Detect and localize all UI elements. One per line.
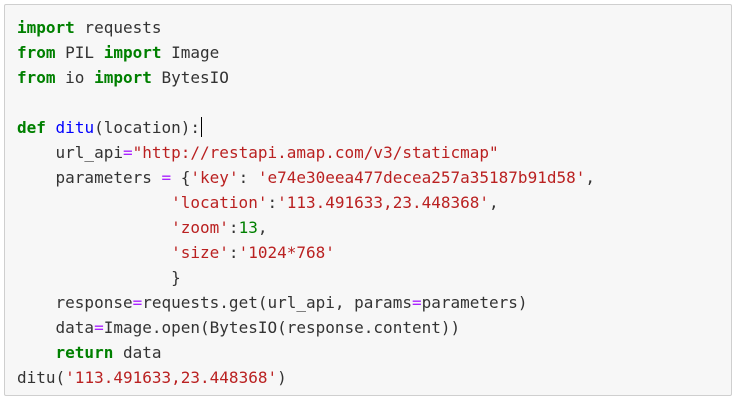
string-token: "http://restapi.amap.com/v3/staticmap": [132, 143, 499, 162]
code-editor[interactable]: import requests from PIL import Image from…: [17, 15, 719, 390]
code-token: data: [17, 318, 95, 337]
code-token: ,: [489, 193, 499, 212]
code-cell[interactable]: import requests from PIL import Image from…: [4, 4, 732, 396]
code-token: :: [228, 218, 239, 237]
string-token: 'zoom': [171, 218, 229, 237]
code-token: url_api: [17, 143, 123, 162]
code-token: requests.get(url_api, params: [142, 293, 412, 312]
code-token: {: [171, 168, 191, 187]
code-line: return data: [17, 340, 719, 365]
keyword-token: import: [94, 68, 152, 87]
operator-token: =: [94, 318, 104, 337]
code-line: 'zoom':13,: [17, 215, 719, 240]
code-token: :: [238, 168, 258, 187]
code-token: requests: [74, 18, 162, 37]
code-token: :: [267, 193, 278, 212]
code-line: def ditu(location):: [17, 115, 719, 140]
code-line: from io import BytesIO: [17, 65, 719, 90]
code-token: ditu(: [17, 368, 66, 387]
code-token: ): [277, 368, 287, 387]
code-token: :: [228, 243, 239, 262]
keyword-token: from: [17, 68, 56, 87]
code-line: url_api="http://restapi.amap.com/v3/stat…: [17, 140, 719, 165]
keyword-token: def: [17, 118, 46, 137]
operator-token: =: [411, 293, 422, 312]
code-token: data: [113, 343, 162, 362]
code-token: io: [55, 68, 95, 87]
operator-token: =: [122, 143, 133, 162]
code-line: response=requests.get(url_api, params=pa…: [17, 290, 719, 315]
operator-token: =: [161, 168, 172, 187]
code-token: parameters): [421, 293, 528, 312]
code-line: data=Image.open(BytesIO(response.content…: [17, 315, 719, 340]
code-token: response: [17, 293, 133, 312]
string-token: 'size': [171, 243, 229, 262]
code-token: PIL: [55, 43, 104, 62]
number-token: 13: [238, 218, 258, 237]
keyword-token: import: [103, 43, 162, 62]
text-cursor: [201, 117, 203, 137]
keyword-token: return: [55, 343, 114, 362]
string-token: 'location': [171, 193, 268, 212]
code-token: parameters: [17, 168, 162, 187]
operator-token: =: [132, 293, 143, 312]
code-line: parameters = {'key': 'e74e30eea477decea2…: [17, 165, 719, 190]
keyword-token: from: [17, 43, 56, 62]
string-token: 'key': [190, 168, 239, 187]
string-token: '113.491633,23.448368': [65, 368, 278, 387]
code-line: ditu('113.491633,23.448368'): [17, 365, 719, 390]
code-line: from PIL import Image: [17, 40, 719, 65]
code-token: }: [17, 268, 181, 287]
code-token: Image: [161, 43, 220, 62]
code-line: 'size':'1024*768': [17, 240, 719, 265]
function-name-token: ditu: [55, 118, 95, 137]
string-token: '1024*768': [238, 243, 335, 262]
code-line: }: [17, 265, 719, 290]
code-token: ,: [585, 168, 595, 187]
code-token: Image.open(BytesIO(response.content)): [103, 318, 461, 337]
code-line: 'location':'113.491633,23.448368',: [17, 190, 719, 215]
code-token: ,: [257, 218, 268, 237]
string-token: '113.491633,23.448368': [277, 193, 490, 212]
string-token: 'e74e30eea477decea257a35187b91d58': [257, 168, 586, 187]
keyword-token: import: [17, 18, 75, 37]
code-token: BytesIO: [151, 68, 229, 87]
code-line: import requests: [17, 15, 719, 40]
code-token: (location):: [94, 118, 201, 137]
